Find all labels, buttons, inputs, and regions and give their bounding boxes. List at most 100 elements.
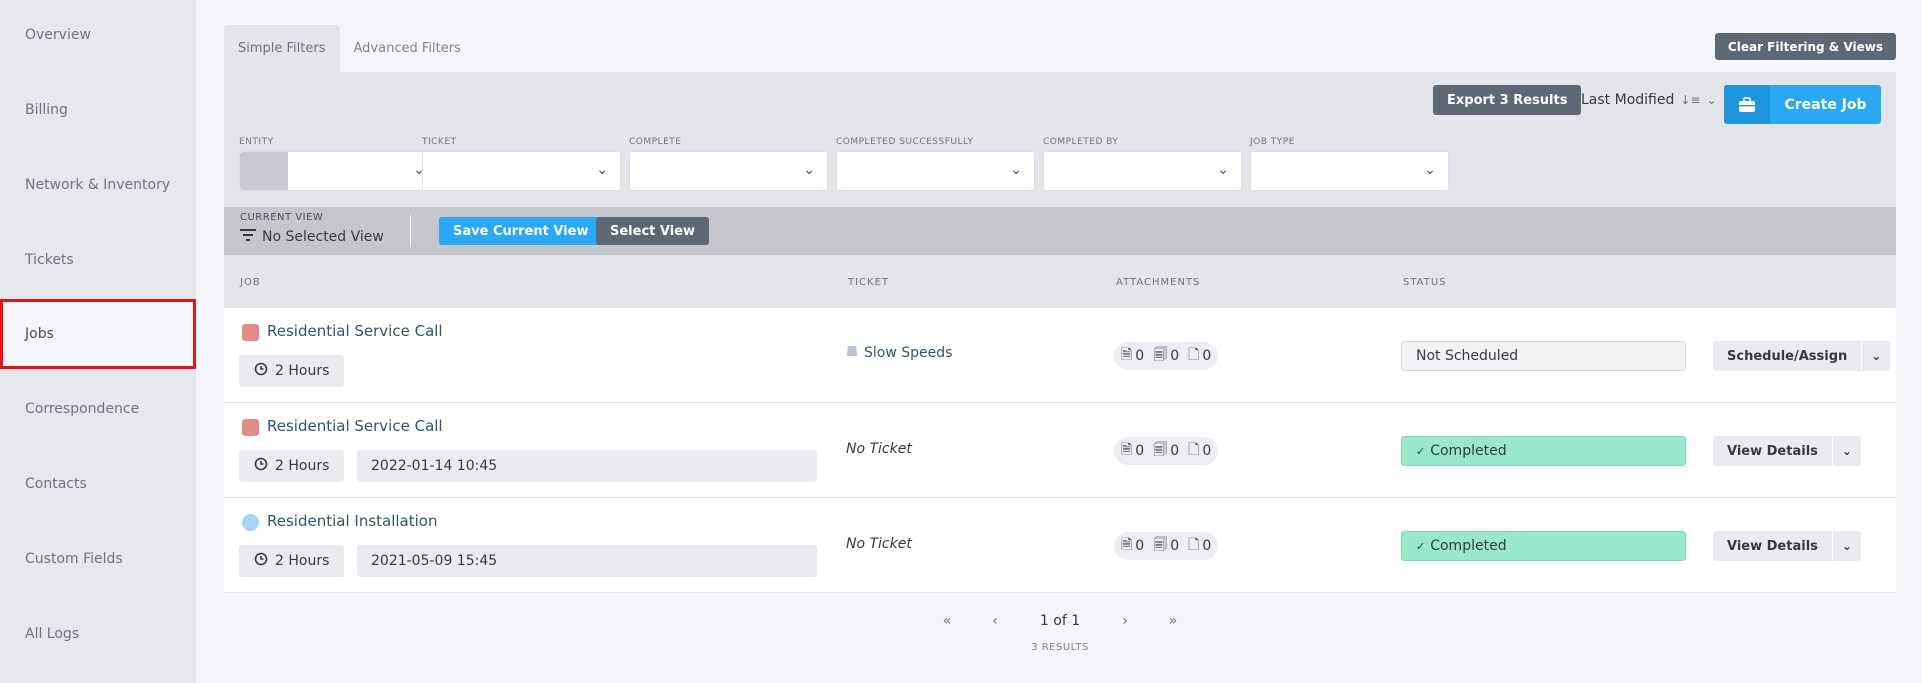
sidebar-item-label: Custom Fields [25, 551, 123, 567]
select-view-button[interactable]: Select View [596, 217, 710, 245]
sidebar-item-contacts[interactable]: Contacts [0, 449, 196, 519]
current-view-text: No Selected View [262, 229, 384, 245]
attachment-count: 🗋 0 [1188, 534, 1211, 558]
column-header-job: JOB [240, 277, 261, 288]
sidebar-item-all-logs[interactable]: All Logs [0, 599, 196, 669]
no-ticket-text: No Ticket [846, 536, 912, 552]
job-title-link[interactable]: Residential Service Call [267, 322, 443, 340]
attachments-summary[interactable]: 🗎 0 🗐 0 🗋 0 [1114, 532, 1219, 560]
view-bar: CURRENT VIEW No Selected View Save Curre… [224, 207, 1896, 255]
clock-icon [254, 552, 268, 570]
view-details-button[interactable]: View Details ⌄ [1713, 436, 1861, 466]
last-page-button[interactable]: » [1149, 613, 1197, 629]
table-header: JOB TICKET ATTACHMENTS STATUS [224, 255, 1896, 308]
notes-icon: 🗐 [1153, 537, 1168, 553]
attachments-summary[interactable]: 🗎 0 🗐 0 🗋 0 [1114, 342, 1219, 370]
sidebar-item-correspondence[interactable]: Correspondence [0, 374, 196, 444]
completed-successfully-select[interactable]: ⌄ [836, 151, 1035, 191]
attachment-count: 🗋 0 [1188, 344, 1211, 368]
schedule-assign-button[interactable]: Schedule/Assign ⌄ [1713, 341, 1891, 371]
previous-page-button[interactable]: ‹ [971, 613, 1019, 629]
file-icon: 🗋 [1188, 442, 1200, 458]
action-label: View Details [1727, 538, 1818, 554]
attachment-count: 🗋 0 [1188, 439, 1211, 463]
next-page-button[interactable]: › [1101, 613, 1149, 629]
current-view-label: CURRENT VIEW [240, 212, 324, 223]
checkmark-icon: ✓ [1416, 539, 1426, 553]
filter-completed-successfully: COMPLETED SUCCESSFULLY ⌄ [836, 137, 1035, 191]
tab-simple-filters[interactable]: Simple Filters [224, 25, 340, 72]
job-type-select[interactable]: ⌄ [1250, 151, 1449, 191]
duration-pill: 2 Hours [239, 545, 345, 577]
sidebar-item-label: Jobs [25, 326, 54, 342]
sidebar-item-label: Contacts [25, 476, 87, 492]
sort-select[interactable]: Last Modified ↓≡ ⌄ [1581, 85, 1717, 115]
entity-color-swatch [240, 152, 288, 190]
attachment-count: 🗎 0 [1121, 534, 1144, 558]
filter-label: TICKET [422, 137, 457, 147]
save-current-view-button[interactable]: Save Current View [439, 217, 603, 245]
pagination: « ‹ 1 of 1 › » [224, 610, 1896, 632]
sidebar-item-label: Billing [25, 102, 68, 118]
create-job-button[interactable]: Create Job [1724, 85, 1881, 124]
action-label: Schedule/Assign [1727, 348, 1848, 364]
checkmark-icon: ✓ [1416, 444, 1426, 458]
first-page-button[interactable]: « [923, 613, 971, 629]
ticket-link[interactable]: Slow Speeds [846, 345, 952, 361]
ticket-icon [846, 345, 858, 361]
filter-job-type: JOB TYPE ⌄ [1250, 137, 1449, 191]
completed-date-pill: 2022-01-14 10:45 [357, 450, 817, 482]
briefcase-icon [1724, 85, 1770, 124]
export-results-button[interactable]: Export 3 Results [1433, 85, 1582, 115]
sidebar-item-tickets[interactable]: Tickets [0, 225, 196, 295]
filter-label: JOB TYPE [1250, 137, 1295, 147]
duration-pill: 2 Hours [239, 450, 345, 482]
sidebar: Overview Billing Network & Inventory Tic… [0, 0, 196, 683]
completed-by-select[interactable]: ⌄ [1043, 151, 1242, 191]
filter-panel: Export 3 Results Last Modified ↓≡ ⌄ Crea… [224, 72, 1896, 207]
clear-filtering-button[interactable]: Clear Filtering & Views [1714, 33, 1896, 60]
document-stack-icon: 🗎 [1121, 442, 1133, 458]
page-total: of 1 [1053, 613, 1081, 629]
ticket-select[interactable]: ⌄ [422, 151, 621, 191]
table-row: Residential Service Call 2 Hours Slow Sp… [224, 308, 1896, 403]
sidebar-item-overview[interactable]: Overview [0, 0, 196, 70]
attachment-count: 🗎 0 [1121, 439, 1144, 463]
job-type-marker [242, 419, 259, 436]
filter-lines-icon [240, 229, 256, 245]
sidebar-item-label: Overview [25, 27, 91, 43]
filter-complete: COMPLETE ⌄ [629, 137, 828, 191]
chevron-down-icon[interactable]: ⌄ [1831, 436, 1861, 466]
clock-icon [254, 457, 268, 475]
filter-label: COMPLETED BY [1043, 137, 1119, 147]
no-ticket-text: No Ticket [846, 441, 912, 457]
column-header-ticket: TICKET [848, 277, 890, 288]
sidebar-item-jobs[interactable]: Jobs [0, 299, 196, 369]
job-title-link[interactable]: Residential Installation [267, 512, 437, 530]
filter-label: ENTITY [239, 137, 274, 147]
view-details-button[interactable]: View Details ⌄ [1713, 531, 1861, 561]
attachments-summary[interactable]: 🗎 0 🗐 0 🗋 0 [1114, 437, 1219, 465]
chevron-down-icon[interactable]: ⌄ [1831, 531, 1861, 561]
completed-date-pill: 2021-05-09 15:45 [357, 545, 817, 577]
status-text: Not Scheduled [1416, 348, 1519, 364]
sidebar-item-network-inventory[interactable]: Network & Inventory [0, 150, 196, 220]
entity-select[interactable]: ⌄ [239, 151, 438, 191]
completed-date-text: 2021-05-09 15:45 [371, 553, 498, 569]
document-stack-icon: 🗎 [1121, 537, 1133, 553]
chevron-down-icon[interactable]: ⌄ [1861, 341, 1890, 371]
sidebar-item-custom-fields[interactable]: Custom Fields [0, 524, 196, 594]
complete-select[interactable]: ⌄ [629, 151, 828, 191]
column-header-attachments: ATTACHMENTS [1116, 277, 1201, 288]
tab-advanced-filters[interactable]: Advanced Filters [340, 25, 475, 72]
document-stack-icon: 🗎 [1121, 347, 1133, 363]
sidebar-item-label: Correspondence [25, 401, 140, 417]
duration-text: 2 Hours [275, 458, 330, 474]
job-type-marker [242, 514, 259, 531]
completed-date-text: 2022-01-14 10:45 [371, 458, 498, 474]
job-title-link[interactable]: Residential Service Call [267, 417, 443, 435]
filter-completed-by: COMPLETED BY ⌄ [1043, 137, 1242, 191]
filter-label: COMPLETE [629, 137, 682, 147]
table-row: Residential Service Call 2 Hours 2022-01… [224, 403, 1896, 498]
sidebar-item-billing[interactable]: Billing [0, 75, 196, 145]
